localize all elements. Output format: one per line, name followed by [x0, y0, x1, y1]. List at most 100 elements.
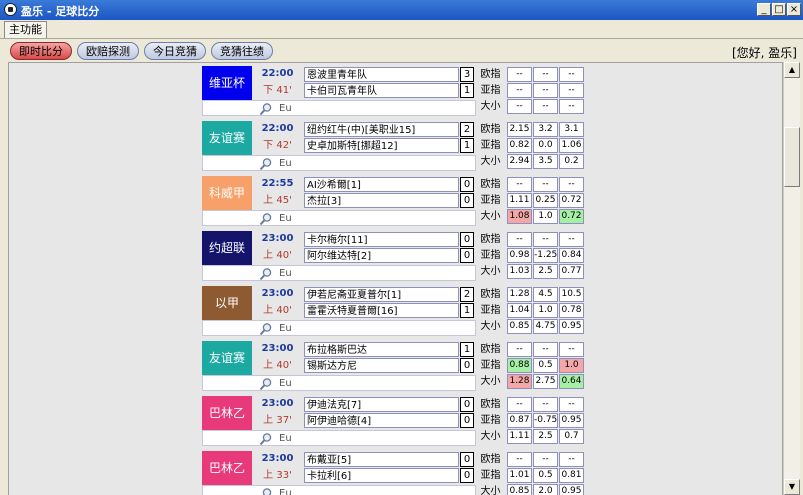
league-badge[interactable]: 以甲 [202, 286, 252, 320]
home-team[interactable]: 纽约红牛(中)[美职业15] [304, 122, 459, 137]
live-score-button[interactable]: 即时比分 [10, 42, 72, 60]
magnifier-icon[interactable] [259, 377, 273, 391]
away-team[interactable]: 阿尔维达特[2] [304, 248, 459, 263]
magnifier-icon[interactable] [259, 212, 273, 226]
odds-detail-row[interactable]: Eu [202, 485, 476, 495]
bs-odds-cell: -- [559, 99, 584, 114]
bs-odds-cell: 2.75 [533, 374, 558, 389]
away-team[interactable]: 史卓加斯特[挪超12] [304, 138, 459, 153]
kickoff-time: 23:00 [261, 288, 294, 299]
away-team[interactable]: 卡伯司瓦青年队 [304, 83, 459, 98]
match-row[interactable]: 友谊赛 23:00 上 40' 布拉格斯巴达 锡斯达方尼 1 0 Eu 欧指 -- -- -- 亚指… [202, 341, 588, 393]
league-badge[interactable]: 约超联 [202, 231, 252, 265]
eu-link[interactable]: Eu [279, 158, 292, 169]
odds-type-label: 大小 [480, 431, 501, 442]
odds-detail-row[interactable]: Eu [202, 320, 476, 336]
scroll-up-arrow-icon[interactable]: ▲ [784, 62, 800, 78]
asia-odds-cell: -- [559, 83, 584, 98]
odds-type-label: 亚指 [480, 470, 501, 481]
eu-link[interactable]: Eu [279, 488, 292, 495]
ou-odds-cell: -- [533, 177, 558, 192]
match-period: 下 41' [263, 85, 292, 96]
odds-type-label: 欧指 [480, 399, 501, 410]
home-team[interactable]: 伊迪法克[7] [304, 397, 459, 412]
home-team[interactable]: 布拉格斯巴达 [304, 342, 459, 357]
bs-odds-cell: 2.5 [533, 429, 558, 444]
home-team[interactable]: AI沙希爾[1] [304, 177, 459, 192]
eu-link[interactable]: Eu [279, 323, 292, 334]
eu-link[interactable]: Eu [279, 213, 292, 224]
odds-detail-row[interactable]: Eu [202, 265, 476, 281]
match-row[interactable]: 巴林乙 23:00 上 37' 伊迪法克[7] 阿伊迪哈德[4] 0 0 Eu 欧指 -- --… [202, 396, 588, 448]
match-row[interactable]: 维亚杯 22:00 下 41' 恩波里青年队 卡伯司瓦青年队 3 1 Eu 欧指 -- -- --… [202, 66, 588, 118]
away-team[interactable]: 阿伊迪哈德[4] [304, 413, 459, 428]
match-row[interactable]: 友谊赛 22:00 下 42' 纽约红牛(中)[美职业15] 史卓加斯特[挪超12] 2 1… [202, 121, 588, 173]
away-score: 0 [460, 248, 474, 263]
match-row[interactable]: 以甲 23:00 上 40' 伊若尼斋亚夏普尔[1] 雷霍沃特夏普爾[16] 2 1 Eu … [202, 286, 588, 338]
odds-type-label: 欧指 [480, 234, 501, 245]
magnifier-icon[interactable] [259, 102, 273, 116]
eu-link[interactable]: Eu [279, 103, 292, 114]
vertical-scrollbar[interactable]: ▲ ▼ [783, 62, 800, 495]
maximize-button[interactable]: □ [772, 3, 786, 16]
magnifier-icon[interactable] [259, 487, 273, 495]
magnifier-icon[interactable] [259, 322, 273, 336]
odds-detail-row[interactable]: Eu [202, 155, 476, 171]
odds-probe-button[interactable]: 欧赔探测 [77, 42, 139, 60]
match-row[interactable]: 巴林乙 23:00 上 33' 布戴亚[5] 卡拉利[6] 0 0 Eu 欧指 -- -- -- 亚… [202, 451, 588, 495]
eu-link[interactable]: Eu [279, 268, 292, 279]
asia-odds-cell: -- [533, 83, 558, 98]
asia-odds-cell: 0.5 [533, 468, 558, 483]
asia-odds-cell: 0.98 [507, 248, 532, 263]
away-score: 1 [460, 138, 474, 153]
app-icon [4, 3, 17, 16]
eu-link[interactable]: Eu [279, 378, 292, 389]
magnifier-icon[interactable] [259, 157, 273, 171]
home-team[interactable]: 恩波里青年队 [304, 67, 459, 82]
away-team[interactable]: 卡拉利[6] [304, 468, 459, 483]
tab-main[interactable]: 主功能 [4, 21, 47, 38]
odds-type-label: 大小 [480, 156, 501, 167]
odds-detail-row[interactable]: Eu [202, 100, 476, 116]
match-period: 上 40' [263, 360, 292, 371]
asia-odds-cell: 0.88 [507, 358, 532, 373]
league-badge[interactable]: 科威甲 [202, 176, 252, 210]
ou-odds-cell: -- [533, 452, 558, 467]
bet-history-button[interactable]: 竞猜往绩 [211, 42, 273, 60]
league-badge[interactable]: 维亚杯 [202, 66, 252, 100]
magnifier-icon[interactable] [259, 432, 273, 446]
match-row[interactable]: 科威甲 22:55 上 45' AI沙希爾[1] 杰拉[3] 0 0 Eu 欧指 -- -- --… [202, 176, 588, 228]
odds-type-label: 大小 [480, 321, 501, 332]
bs-odds-cell: 2.94 [507, 154, 532, 169]
odds-detail-row[interactable]: Eu [202, 210, 476, 226]
away-score: 1 [460, 83, 474, 98]
home-team[interactable]: 伊若尼斋亚夏普尔[1] [304, 287, 459, 302]
match-list-panel: 维亚杯 22:00 下 41' 恩波里青年队 卡伯司瓦青年队 3 1 Eu 欧指 -- -- --… [8, 62, 783, 495]
match-row[interactable]: 约超联 23:00 上 40' 卡尔梅尔[11] 阿尔维达特[2] 0 0 Eu 欧指 -- -… [202, 231, 588, 283]
odds-detail-row[interactable]: Eu [202, 375, 476, 391]
away-team[interactable]: 雷霍沃特夏普爾[16] [304, 303, 459, 318]
scroll-down-arrow-icon[interactable]: ▼ [784, 479, 800, 495]
odds-type-label: 亚指 [480, 250, 501, 261]
minimize-button[interactable]: _ [757, 3, 771, 16]
kickoff-time: 22:00 [261, 123, 294, 134]
close-button[interactable]: × [787, 3, 801, 16]
kickoff-time: 22:00 [261, 68, 294, 79]
away-team[interactable]: 杰拉[3] [304, 193, 459, 208]
away-team[interactable]: 锡斯达方尼 [304, 358, 459, 373]
eu-link[interactable]: Eu [279, 433, 292, 444]
home-team[interactable]: 卡尔梅尔[11] [304, 232, 459, 247]
bs-odds-cell: 0.2 [559, 154, 584, 169]
league-badge[interactable]: 巴林乙 [202, 451, 252, 485]
tab-bar: 主功能 [0, 20, 803, 38]
home-team[interactable]: 布戴亚[5] [304, 452, 459, 467]
league-badge[interactable]: 友谊赛 [202, 121, 252, 155]
scroll-thumb[interactable] [784, 127, 800, 187]
ou-odds-cell: 3.2 [533, 122, 558, 137]
magnifier-icon[interactable] [259, 267, 273, 281]
league-badge[interactable]: 友谊赛 [202, 341, 252, 375]
league-badge[interactable]: 巴林乙 [202, 396, 252, 430]
odds-detail-row[interactable]: Eu [202, 430, 476, 446]
ou-odds-cell: -- [507, 177, 532, 192]
today-bet-button[interactable]: 今日竞猜 [144, 42, 206, 60]
